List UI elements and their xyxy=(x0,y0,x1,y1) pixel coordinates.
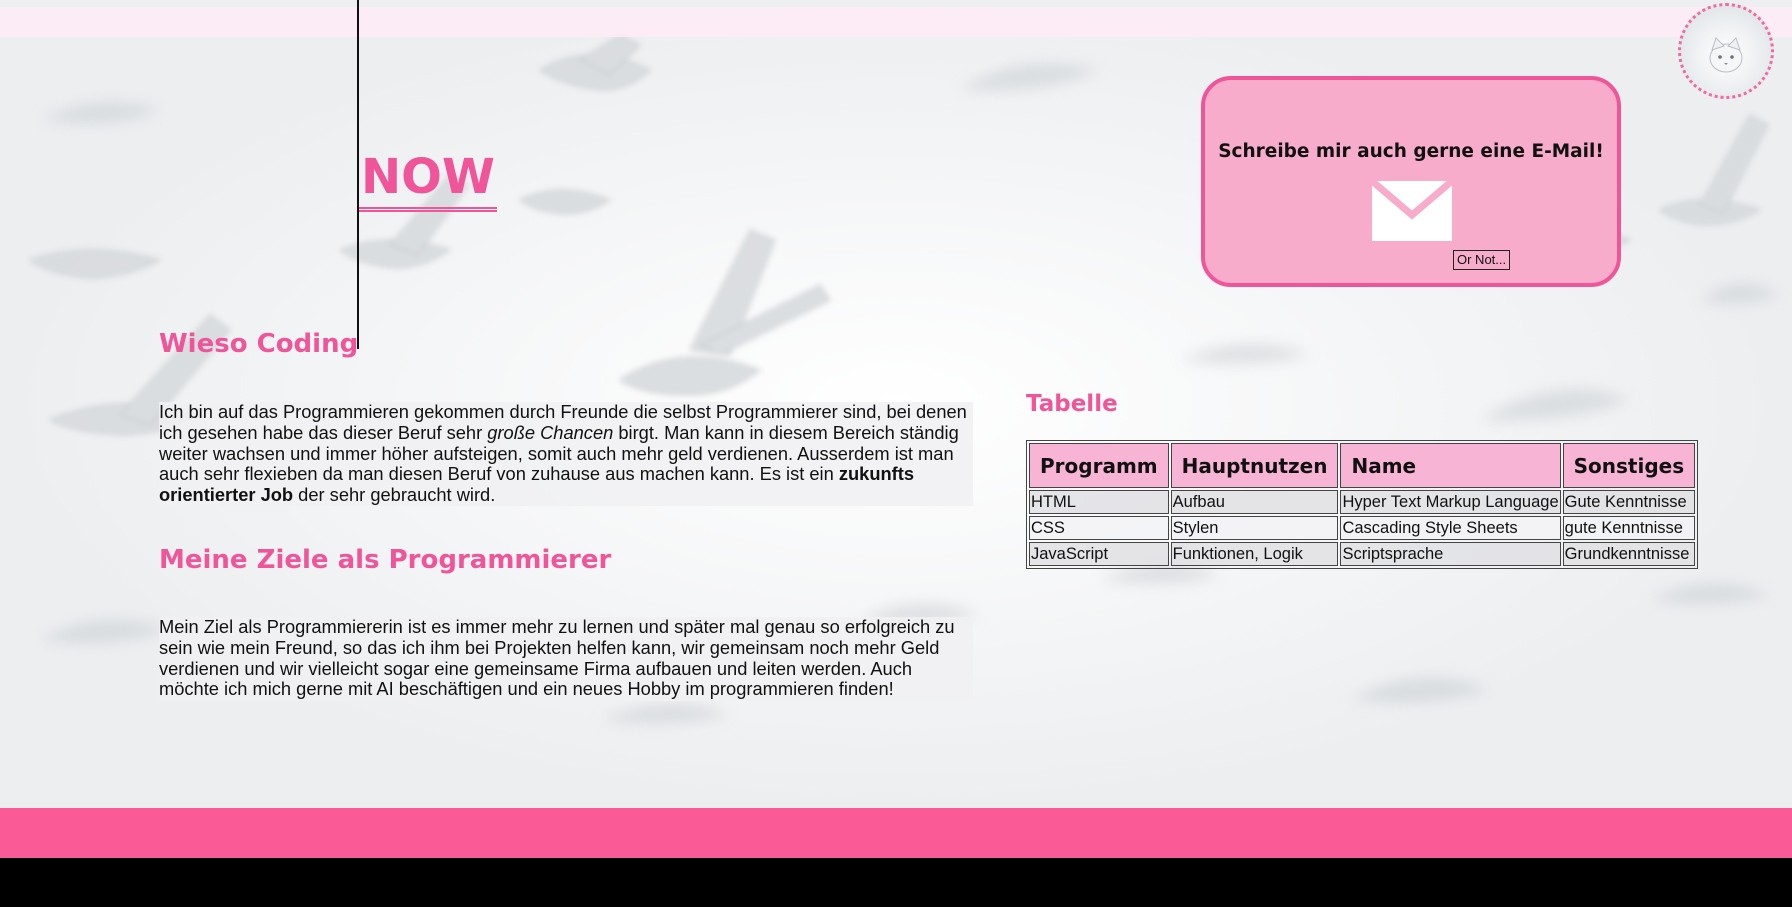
footer-bar xyxy=(0,808,1792,858)
table-cell: Gute Kenntnisse xyxy=(1562,490,1696,514)
table-header-hauptnutzen: Hauptnutzen xyxy=(1170,443,1339,488)
table-header-row: Programm Hauptnutzen Name Sonstiges xyxy=(1029,443,1696,488)
table-cell: Aufbau xyxy=(1170,490,1339,514)
table-cell: CSS xyxy=(1029,516,1169,540)
wieso-coding-heading: Wieso Coding xyxy=(159,329,359,359)
skills-table: Programm Hauptnutzen Name Sonstiges HTML… xyxy=(1026,440,1699,569)
table-cell: Cascading Style Sheets xyxy=(1340,516,1561,540)
table-row: JavaScript Funktionen, Logik Scriptsprac… xyxy=(1029,542,1696,566)
table-header-sonstiges: Sonstiges xyxy=(1562,443,1696,488)
table-cell: Funktionen, Logik xyxy=(1170,542,1339,566)
envelope-icon[interactable] xyxy=(1369,178,1455,245)
cat-face-icon xyxy=(1709,37,1743,73)
table-cell: HTML xyxy=(1029,490,1169,514)
ziele-heading: Meine Ziele als Programmierer xyxy=(159,545,612,575)
top-banner xyxy=(0,7,1792,37)
table-header-programm: Programm xyxy=(1029,443,1169,488)
tabelle-heading: Tabelle xyxy=(1026,391,1118,417)
email-contact-box: Schreibe mir auch gerne eine E-Mail! Or … xyxy=(1201,76,1621,287)
ziele-paragraph: Mein Ziel als Programmiererin ist es imm… xyxy=(159,616,973,701)
table-cell: Scriptsprache xyxy=(1340,542,1561,566)
page-content: NOW Wieso Coding Ich bin auf das Program… xyxy=(0,0,1792,808)
envelope-icon-graphic xyxy=(1369,178,1455,241)
table-cell: Grundkenntnisse xyxy=(1562,542,1696,566)
or-not-button[interactable]: Or Not... xyxy=(1453,250,1511,270)
table-cell: Stylen xyxy=(1170,516,1339,540)
table-cell: Hyper Text Markup Language xyxy=(1340,490,1561,514)
table-row: HTML Aufbau Hyper Text Markup Language G… xyxy=(1029,490,1696,514)
wieso-emphasis: große Chancen xyxy=(487,421,614,443)
email-prompt-text: Schreibe mir auch gerne eine E-Mail! xyxy=(1218,141,1604,162)
wieso-text-part-3: der sehr gebraucht wird. xyxy=(293,484,496,506)
table-row: CSS Stylen Cascading Style Sheets gute K… xyxy=(1029,516,1696,540)
table-cell: gute Kenntnisse xyxy=(1562,516,1696,540)
table-cell: JavaScript xyxy=(1029,542,1169,566)
table-header-name: Name xyxy=(1340,443,1561,488)
now-title: NOW xyxy=(359,147,497,212)
wieso-coding-paragraph: Ich bin auf das Programmieren gekommen d… xyxy=(159,401,973,506)
profile-avatar[interactable] xyxy=(1678,3,1774,99)
